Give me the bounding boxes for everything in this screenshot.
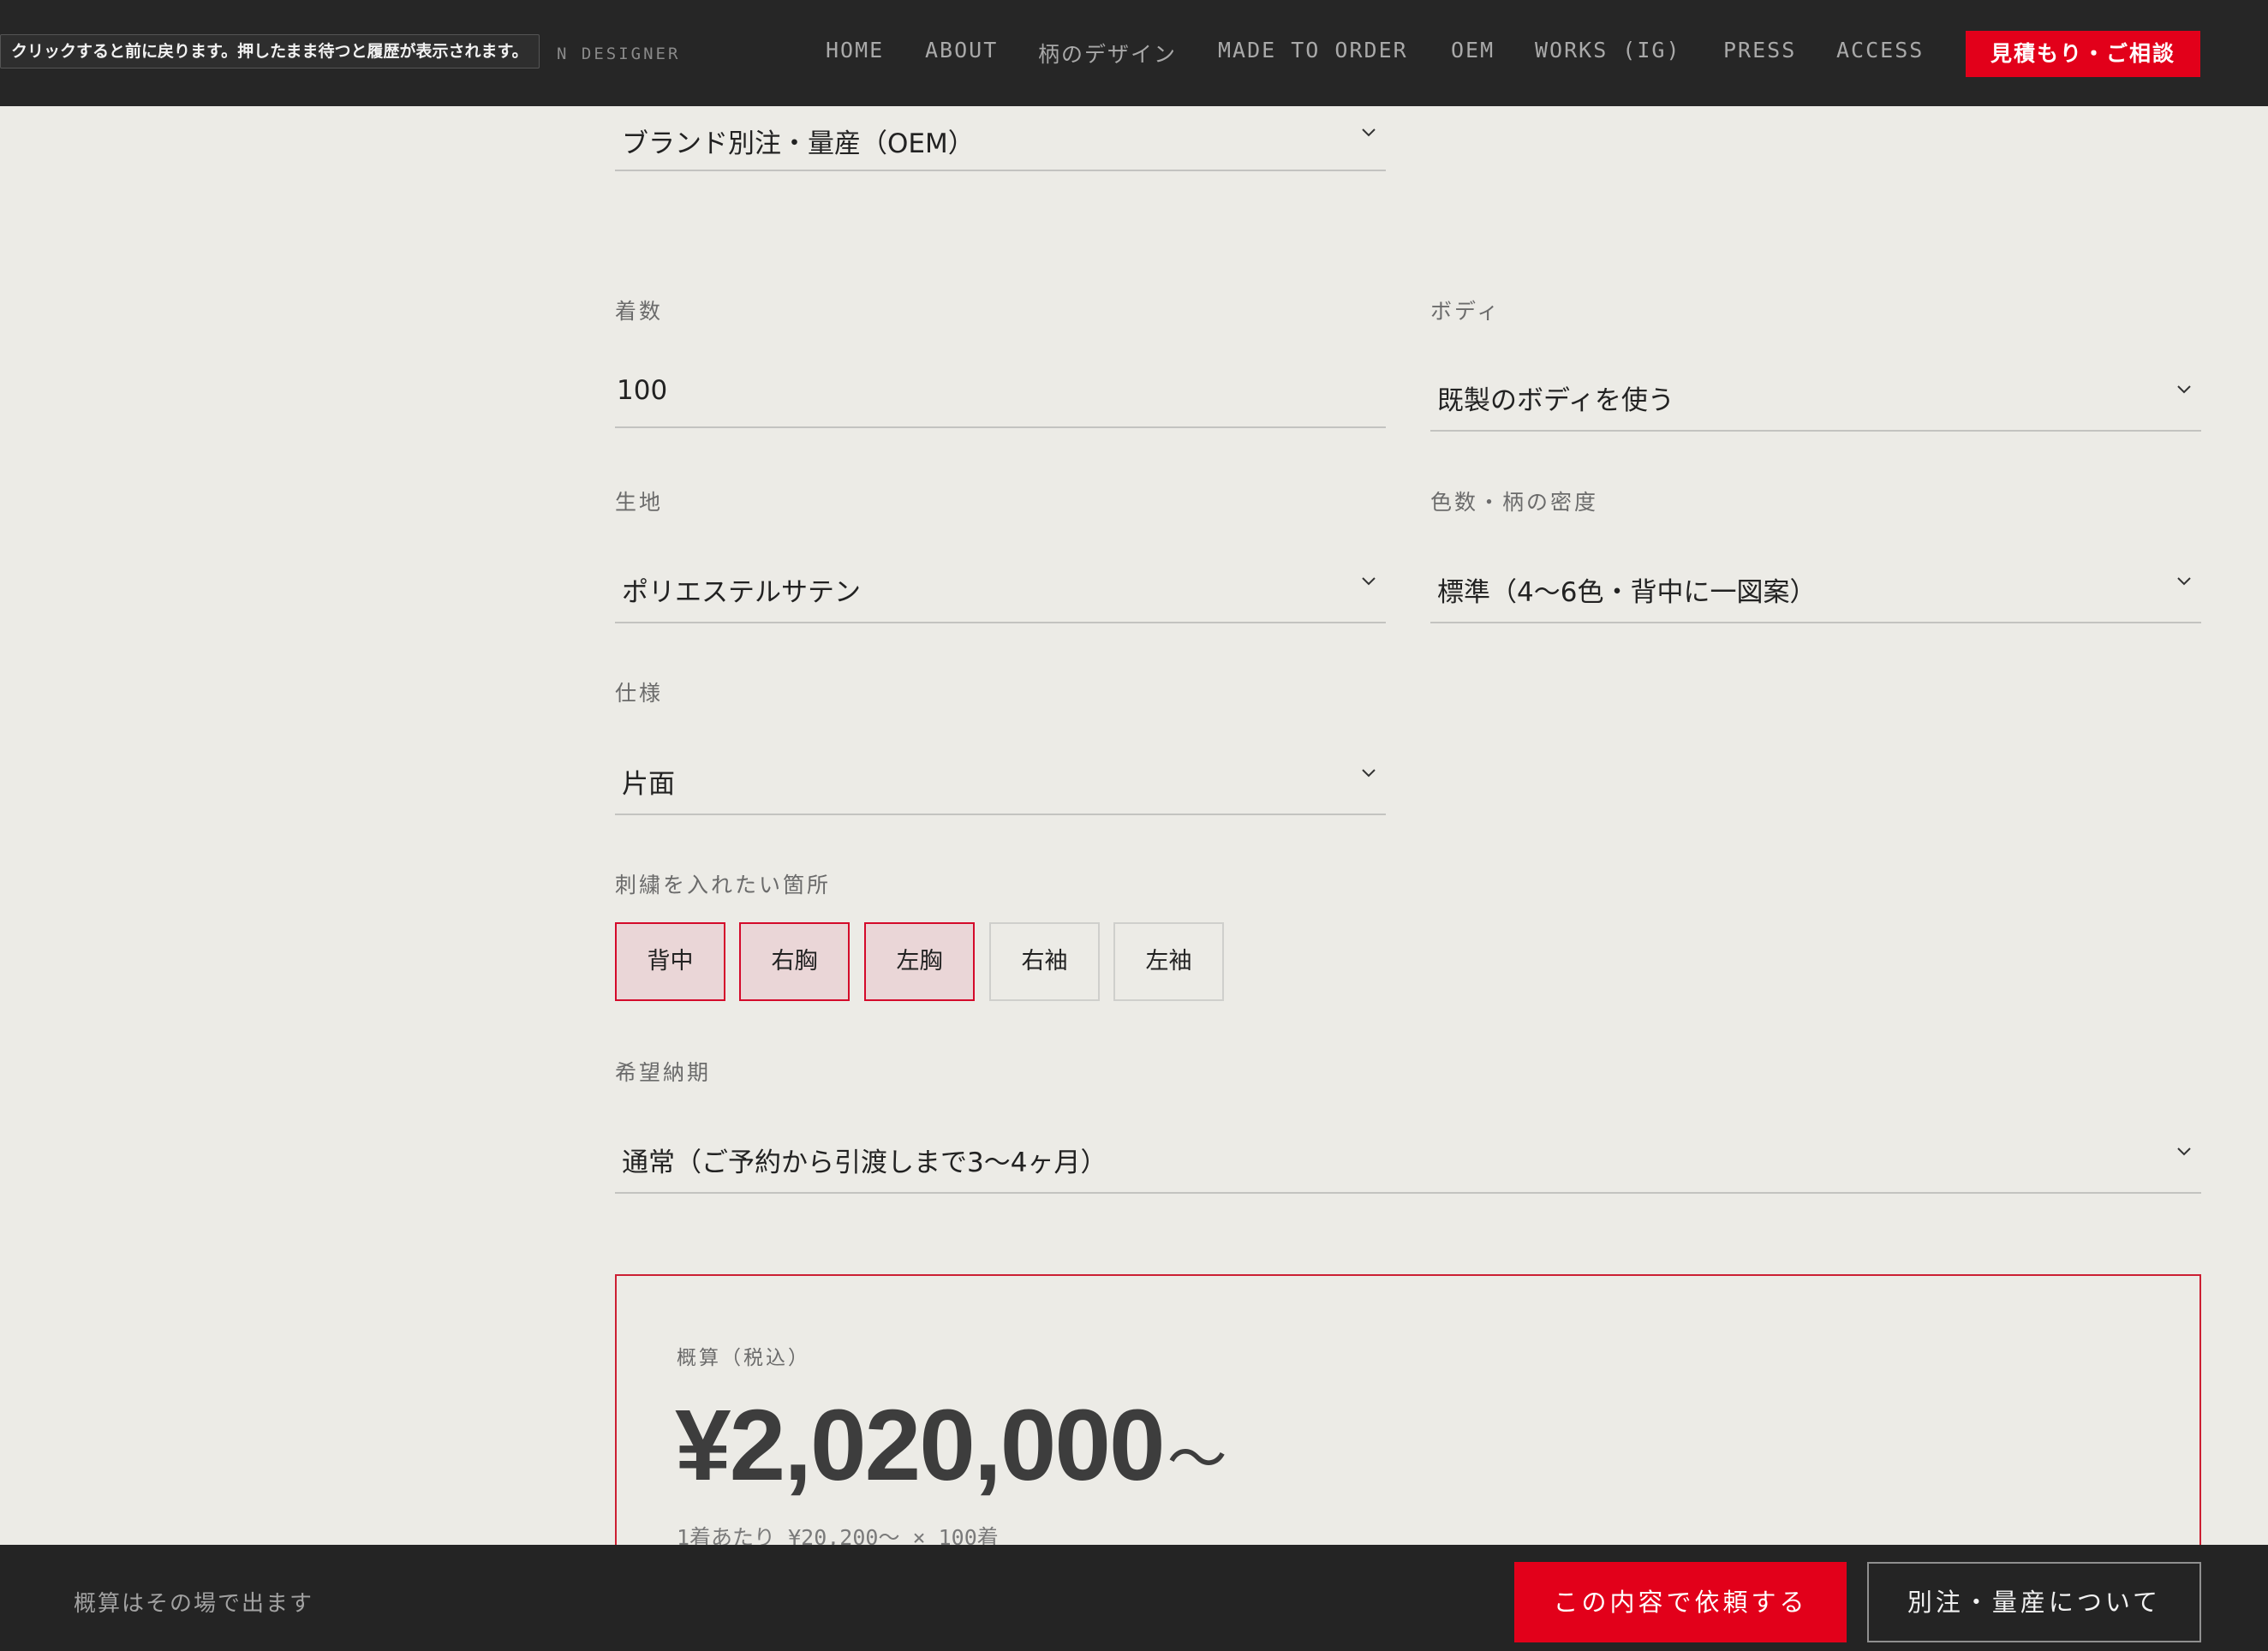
chevron-down-icon — [2177, 577, 2191, 586]
bottom-action-bar: 概算はその場で出ます この内容で依頼する 別注・量産について — [0, 1545, 2268, 1651]
estimate-amount-suffix: 〜 — [1167, 1426, 1227, 1493]
spec-value: 片面 — [622, 769, 675, 800]
chevron-down-icon — [2177, 1147, 2191, 1156]
quantity-label: 着数 — [615, 299, 664, 324]
embroidery-option-right-chest[interactable]: 右胸 — [739, 922, 850, 1001]
nav-link-access[interactable]: ACCESS — [1836, 38, 1924, 63]
embroidery-option-back[interactable]: 背中 — [615, 922, 725, 1001]
embroidery-option-left-sleeve[interactable]: 左袖 — [1113, 922, 1224, 1001]
fabric-label: 生地 — [615, 490, 664, 515]
submit-request-button[interactable]: この内容で依頼する — [1514, 1562, 1847, 1642]
body-select[interactable]: 既製のボディを使う — [1430, 367, 2201, 432]
order-type-value: ブランド別注・量産（OEM） — [622, 128, 975, 159]
quantity-input[interactable]: 100 — [615, 360, 1386, 428]
estimate-amount: ¥2,020,000〜 — [675, 1387, 1227, 1504]
body-label: ボディ — [1430, 299, 1501, 324]
nav-link-works[interactable]: WORKS (IG) — [1535, 38, 1681, 63]
estimate-label: 概算（税込） — [677, 1347, 810, 1369]
chevron-down-icon — [1362, 769, 1376, 778]
order-type-select[interactable]: ブランド別注・量産（OEM） — [615, 110, 1386, 171]
nav-link-pattern-design[interactable]: 柄のデザイン — [1038, 38, 1177, 69]
brand-logo-text[interactable]: N DESIGNER — [557, 45, 680, 63]
nav-link-home[interactable]: HOME — [826, 38, 884, 63]
nav-link-oem[interactable]: OEM — [1451, 38, 1495, 63]
delivery-label: 希望納期 — [615, 1060, 712, 1085]
nav-link-made-to-order[interactable]: MADE TO ORDER — [1218, 38, 1408, 63]
colors-select[interactable]: 標準（4〜6色・背中に一図案） — [1430, 558, 2201, 623]
spec-select[interactable]: 片面 — [615, 750, 1386, 815]
estimate-consult-button[interactable]: 見積もり・ご相談 — [1966, 31, 2200, 77]
estimate-note: 概算はその場で出ます — [74, 1591, 314, 1617]
body-value: 既製のボディを使う — [1437, 385, 1674, 416]
chevron-down-icon — [2177, 385, 2191, 394]
embroidery-option-left-chest[interactable]: 左胸 — [864, 922, 975, 1001]
colors-label: 色数・柄の密度 — [1430, 490, 1599, 515]
colors-value: 標準（4〜6色・背中に一図案） — [1437, 577, 1817, 608]
back-button-tooltip: クリックすると前に戻ります。押したまま待つと履歴が表示されます。 — [0, 34, 540, 69]
embroidery-label: 刺繍を入れたい箇所 — [615, 873, 832, 897]
delivery-value: 通常（ご予約から引渡しまで3〜4ヶ月） — [622, 1147, 1107, 1178]
about-oem-button[interactable]: 別注・量産について — [1867, 1562, 2201, 1642]
embroidery-option-right-sleeve[interactable]: 右袖 — [989, 922, 1100, 1001]
quantity-value: 100 — [617, 375, 668, 406]
chevron-down-icon — [1362, 577, 1376, 586]
nav-link-about[interactable]: ABOUT — [925, 38, 998, 63]
fabric-select[interactable]: ポリエステルサテン — [615, 558, 1386, 623]
nav-link-press[interactable]: PRESS — [1723, 38, 1796, 63]
spec-label: 仕様 — [615, 681, 664, 706]
fabric-value: ポリエステルサテン — [622, 577, 861, 608]
estimate-amount-value: ¥2,020,000 — [675, 1389, 1166, 1502]
chevron-down-icon — [1362, 128, 1376, 137]
delivery-select[interactable]: 通常（ご予約から引渡しまで3〜4ヶ月） — [615, 1129, 2201, 1194]
